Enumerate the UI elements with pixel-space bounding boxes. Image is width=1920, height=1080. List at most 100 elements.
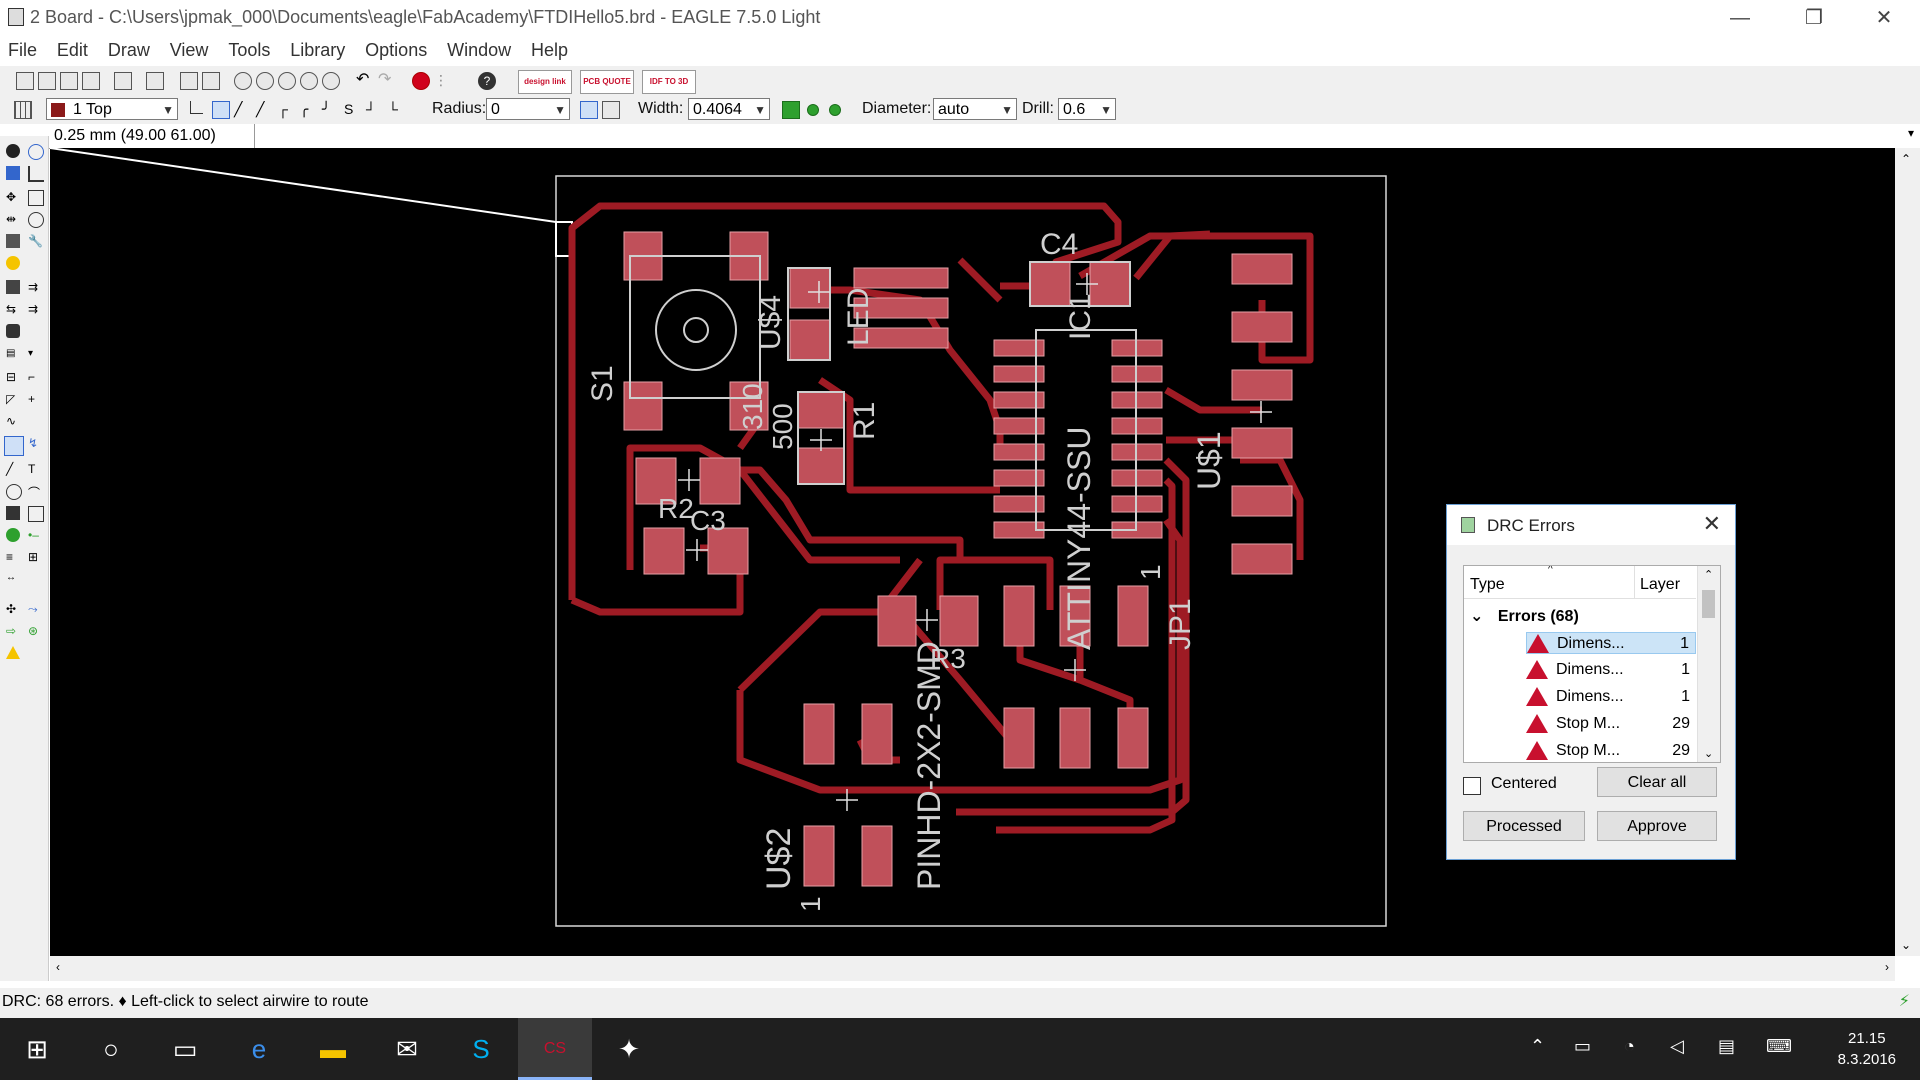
list-item[interactable]: Dimens... 1 bbox=[1526, 686, 1696, 708]
chevron-down-icon[interactable]: ▾ bbox=[1908, 126, 1914, 140]
mark-icon[interactable] bbox=[28, 166, 44, 182]
menu-edit[interactable]: Edit bbox=[49, 36, 96, 64]
text-icon[interactable]: T bbox=[28, 462, 42, 476]
board-switch-icon[interactable] bbox=[202, 72, 220, 90]
keyboard-icon[interactable]: ⌨ bbox=[1766, 1036, 1792, 1057]
design-link-button[interactable]: design link bbox=[518, 70, 572, 94]
zoom-in-icon[interactable] bbox=[256, 72, 274, 90]
info-icon[interactable] bbox=[6, 144, 20, 158]
menu-help[interactable]: Help bbox=[523, 36, 576, 64]
arc-icon[interactable]: ⌒ bbox=[28, 484, 42, 500]
column-layer[interactable]: Layer bbox=[1640, 576, 1680, 594]
mirror-icon[interactable]: ⇹ bbox=[6, 212, 20, 226]
dimension-icon[interactable]: ↔ bbox=[6, 572, 20, 586]
skype-icon[interactable]: S bbox=[444, 1018, 518, 1080]
split-icon[interactable]: ⊟ bbox=[6, 370, 20, 384]
drc-icon[interactable]: ⊛ bbox=[28, 624, 42, 638]
ripup-icon[interactable]: ↯ bbox=[28, 436, 42, 450]
eagle-taskbar-icon[interactable]: CS bbox=[518, 1018, 592, 1080]
open-icon[interactable] bbox=[16, 72, 34, 90]
lock-icon[interactable] bbox=[6, 324, 20, 338]
help-icon[interactable]: ? bbox=[478, 72, 496, 90]
file-explorer-icon[interactable]: ▬ bbox=[296, 1018, 370, 1080]
idf-to-3d-button[interactable]: IDF TO 3D bbox=[642, 70, 696, 94]
layer-select[interactable]: 1 Top ▼ bbox=[46, 98, 178, 120]
command-line[interactable]: 0.25 mm (49.00 61.00) ▾ bbox=[0, 124, 1920, 149]
mail-icon[interactable]: ✉ bbox=[370, 1018, 444, 1080]
circle-icon[interactable] bbox=[6, 484, 22, 500]
battery-icon[interactable]: ▭ bbox=[1574, 1036, 1591, 1057]
volume-icon[interactable]: ◁ bbox=[1670, 1036, 1684, 1057]
autorouter-icon[interactable]: ⤳ bbox=[28, 602, 42, 616]
menu-window[interactable]: Window bbox=[439, 36, 519, 64]
signal-icon[interactable]: •– bbox=[28, 528, 42, 542]
menu-library[interactable]: Library bbox=[282, 36, 353, 64]
list-scrollbar[interactable]: ⌃ ⌄ bbox=[1697, 566, 1720, 762]
zoom-redraw-icon[interactable] bbox=[300, 72, 318, 90]
via-icon[interactable] bbox=[6, 528, 20, 542]
centered-checkbox[interactable] bbox=[1463, 777, 1481, 795]
close-button[interactable]: ✕ bbox=[1854, 0, 1914, 36]
replace-icon[interactable]: ⇆ bbox=[6, 302, 20, 316]
drill-select[interactable]: 0.6 ▼ bbox=[1058, 98, 1116, 120]
attribute-icon[interactable]: ⊞ bbox=[28, 550, 42, 564]
move-icon[interactable]: ✥ bbox=[6, 190, 20, 204]
close-icon[interactable]: ✕ bbox=[1703, 511, 1721, 537]
restore-button[interactable]: ❐ bbox=[1784, 0, 1844, 36]
app-icon[interactable]: ✦ bbox=[592, 1018, 666, 1080]
list-item[interactable]: Dimens... 1 bbox=[1526, 632, 1696, 654]
bend-90-icon[interactable] bbox=[190, 101, 208, 119]
redo-icon[interactable]: ↷ bbox=[378, 72, 396, 90]
chevron-up-icon[interactable]: ⌃ bbox=[1530, 1036, 1545, 1057]
save-icon[interactable] bbox=[38, 72, 56, 90]
menu-view[interactable]: View bbox=[162, 36, 217, 64]
ratsnest-icon[interactable]: ✣ bbox=[6, 602, 20, 616]
menu-options[interactable]: Options bbox=[357, 36, 435, 64]
cam-icon[interactable] bbox=[82, 72, 100, 90]
miter-icon[interactable]: + bbox=[28, 392, 42, 406]
print-icon[interactable] bbox=[60, 72, 78, 90]
smash-icon[interactable]: ▤ bbox=[6, 348, 20, 362]
scroll-thumb[interactable] bbox=[1702, 590, 1715, 618]
notifications-icon[interactable]: ▤ bbox=[1718, 1036, 1735, 1057]
display-icon[interactable] bbox=[6, 166, 20, 180]
grid-icon[interactable] bbox=[14, 101, 32, 119]
minimize-button[interactable]: — bbox=[1710, 0, 1770, 36]
route-mode-icon[interactable] bbox=[580, 101, 598, 119]
processed-button[interactable]: Processed bbox=[1463, 811, 1585, 841]
task-view-icon[interactable]: ▭ bbox=[148, 1018, 222, 1080]
wire-icon[interactable]: ╱ bbox=[6, 462, 20, 476]
zoom-area-icon[interactable] bbox=[322, 72, 340, 90]
via-round-icon[interactable] bbox=[804, 101, 822, 119]
diameter-select[interactable]: auto ▼ bbox=[933, 98, 1017, 120]
chevron-left-icon[interactable]: ‹ bbox=[56, 960, 60, 974]
bend-45b-icon[interactable]: ╱ bbox=[256, 101, 274, 119]
show-icon[interactable] bbox=[28, 144, 44, 160]
rotate-icon[interactable] bbox=[28, 212, 44, 228]
errors-group[interactable]: ⌄ Errors (68) bbox=[1470, 606, 1579, 626]
hole-icon[interactable]: ≡ bbox=[6, 550, 20, 564]
edge-icon[interactable]: e bbox=[222, 1018, 296, 1080]
zoom-out-icon[interactable] bbox=[278, 72, 296, 90]
list-item[interactable]: Stop M... 29 bbox=[1526, 740, 1696, 762]
erc-icon[interactable]: ⇨ bbox=[6, 624, 20, 638]
copy-icon[interactable] bbox=[28, 190, 44, 206]
bend-step2-icon[interactable]: └ bbox=[388, 101, 406, 119]
radius-select[interactable]: 0 ▼ bbox=[486, 98, 570, 120]
bend-arc2-icon[interactable]: ╯ bbox=[322, 101, 340, 119]
route-mode2-icon[interactable] bbox=[602, 101, 620, 119]
name-icon[interactable]: ⇉ bbox=[28, 302, 42, 316]
route-icon[interactable] bbox=[4, 436, 24, 456]
lightning-icon[interactable]: ⚡ bbox=[1899, 988, 1910, 1016]
wave-icon[interactable]: ∿ bbox=[6, 414, 20, 428]
list-item[interactable]: Stop M... 29 bbox=[1526, 713, 1696, 735]
chevron-right-icon[interactable]: › bbox=[1885, 960, 1889, 974]
list-item[interactable]: Dimens... 1 bbox=[1526, 659, 1696, 681]
bend-free-icon[interactable]: S bbox=[344, 101, 362, 119]
bend-straight-icon[interactable]: ╱ bbox=[234, 101, 252, 119]
stop-icon[interactable] bbox=[412, 72, 430, 90]
chevron-down-icon[interactable]: ⌄ bbox=[1704, 747, 1713, 760]
clock[interactable]: 21.15 8.3.2016 bbox=[1838, 1028, 1896, 1070]
start-icon[interactable]: ⊞ bbox=[0, 1018, 74, 1080]
pcb-quote-button[interactable]: PCB QUOTE bbox=[580, 70, 634, 94]
